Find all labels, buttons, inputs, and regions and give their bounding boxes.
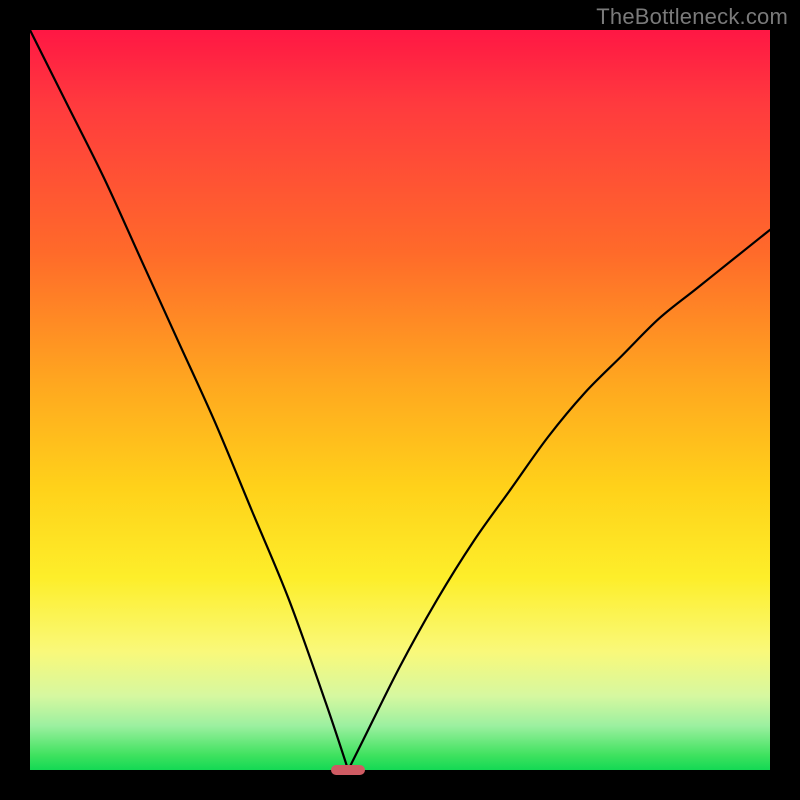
- bottleneck-curve: [30, 30, 770, 770]
- optimum-marker: [331, 765, 365, 775]
- plot-area: [30, 30, 770, 770]
- watermark-text: TheBottleneck.com: [596, 4, 788, 30]
- chart-frame: TheBottleneck.com: [0, 0, 800, 800]
